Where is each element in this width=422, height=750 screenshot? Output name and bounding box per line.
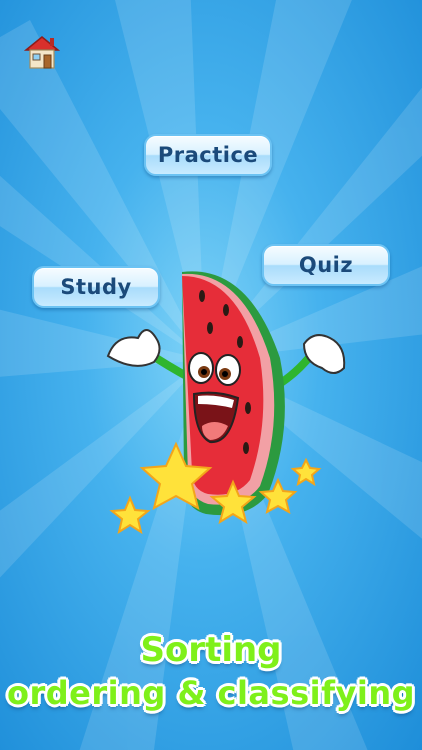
home-icon: [23, 36, 61, 69]
practice-button[interactable]: Practice: [144, 134, 272, 176]
practice-label: Practice: [157, 143, 259, 167]
home-button[interactable]: [22, 32, 62, 72]
app-title-line2: ordering & classifying: [6, 674, 416, 712]
watermelon-mascot: [106, 271, 346, 535]
app-title-line1: Sorting: [140, 630, 282, 670]
